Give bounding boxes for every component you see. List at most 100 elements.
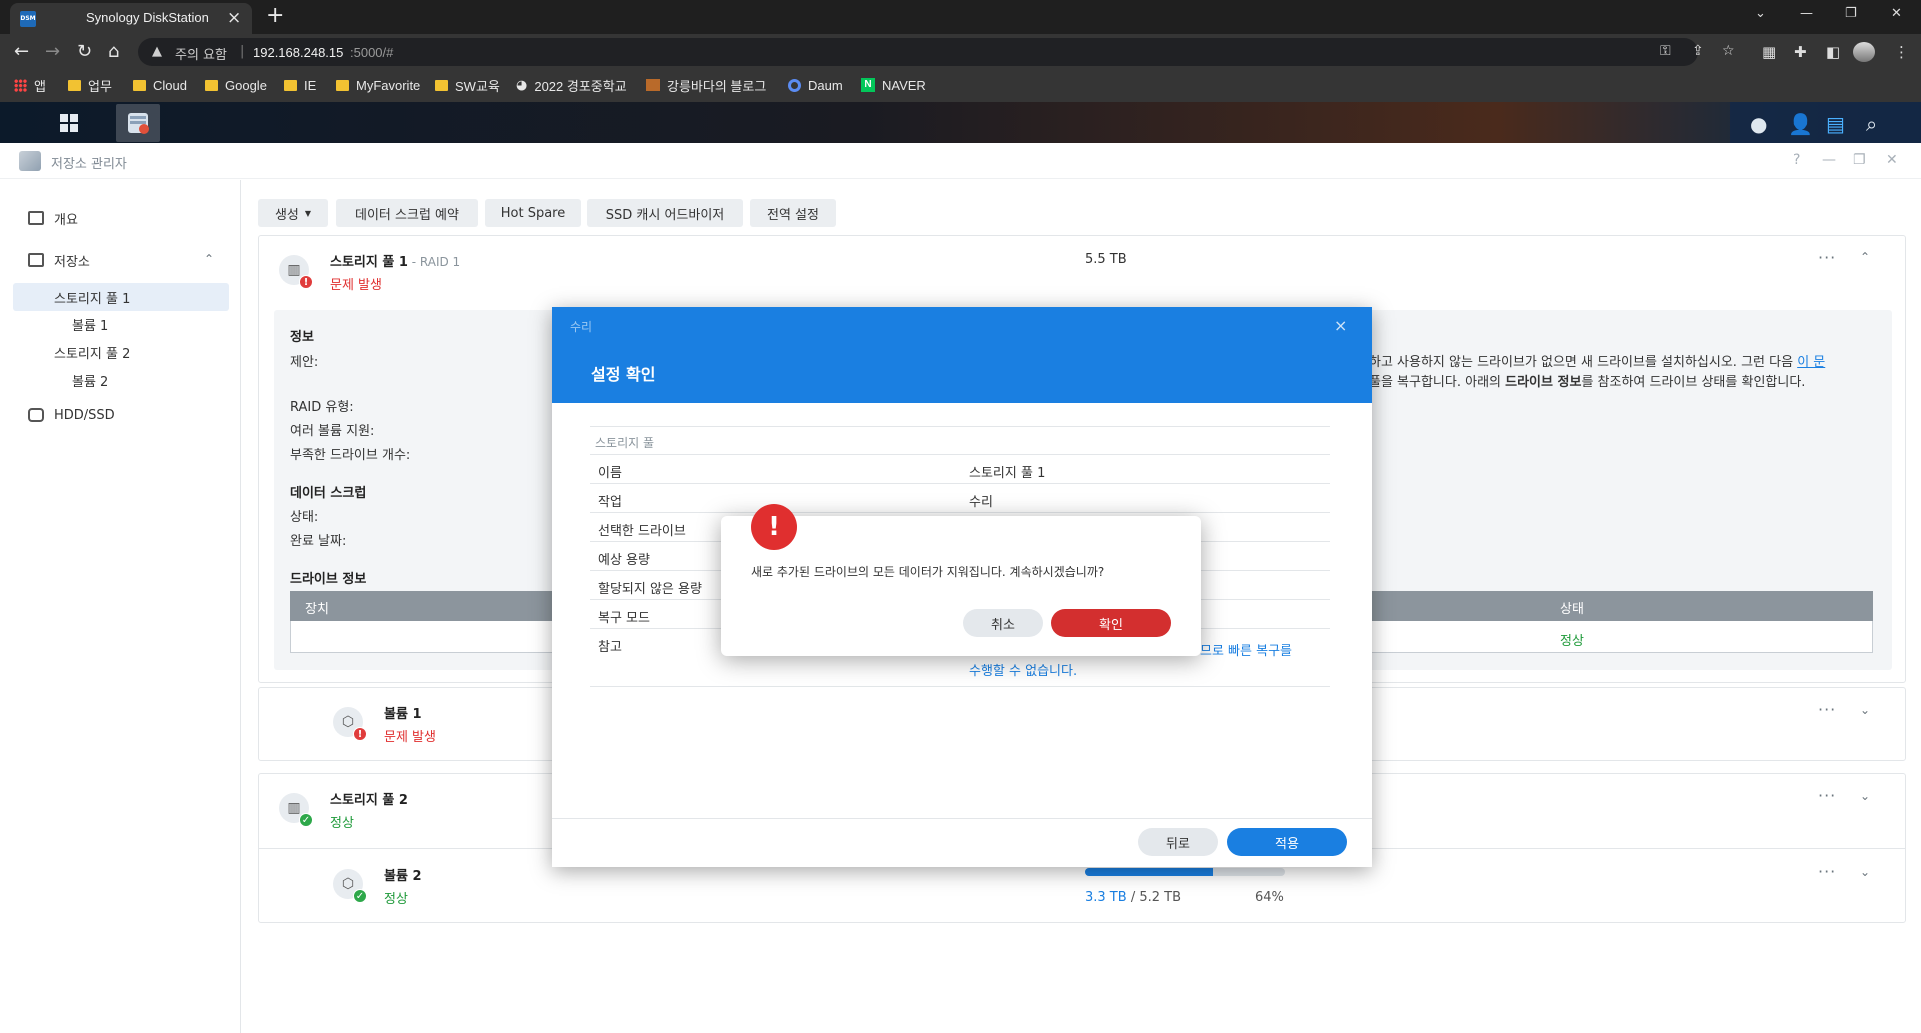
bookmark-folder[interactable]: MyFavorite xyxy=(336,76,420,94)
chat-notification-icon[interactable]: ● xyxy=(1750,112,1767,136)
browser-menu-icon[interactable]: ⋮ xyxy=(1894,43,1909,61)
sidebar-item-pool2[interactable]: 스토리지 풀 2 xyxy=(54,339,130,365)
daum-icon xyxy=(788,78,801,92)
chevron-up-icon[interactable]: ⌃ xyxy=(1860,250,1870,264)
pool-size: 5.5 TB xyxy=(1085,252,1127,267)
dialog-subtitle: 수리 xyxy=(570,320,593,334)
sidebar-item-pool1[interactable]: 스토리지 풀 1 xyxy=(54,284,130,310)
volume-1-title[interactable]: 볼륨 1 xyxy=(384,703,422,722)
ok-badge-icon: ✓ xyxy=(299,813,313,827)
forward-arrow-icon[interactable]: → xyxy=(45,41,60,62)
apps-grid-icon xyxy=(14,78,27,92)
folder-icon xyxy=(284,79,297,91)
window-close-button[interactable]: ✕ xyxy=(1891,6,1902,21)
help-button[interactable]: ? xyxy=(1793,152,1800,168)
puzzle-extensions-icon[interactable]: ✚ xyxy=(1794,43,1807,61)
sidebar-item-volume1[interactable]: 볼륨 1 xyxy=(72,311,108,337)
more-options-icon[interactable]: ··· xyxy=(1818,248,1836,267)
bookmark-folder[interactable]: IE xyxy=(284,76,316,94)
info-heading: 정보 xyxy=(290,330,314,345)
window-title: 저장소 관리자 xyxy=(51,157,127,172)
close-button[interactable]: ✕ xyxy=(1886,152,1898,168)
warning-triangle-icon[interactable]: ▲ xyxy=(152,44,162,59)
chevron-down-icon[interactable]: ⌄ xyxy=(1860,789,1870,803)
bookmark-link[interactable]: Daum xyxy=(788,76,843,94)
chevron-down-icon[interactable]: ⌄ xyxy=(1860,703,1870,717)
key-icon[interactable]: ⚿ xyxy=(1660,43,1671,59)
bookmark-folder[interactable]: Google xyxy=(205,76,267,94)
bookmark-link[interactable]: ◕ 2022 경포중학교 xyxy=(516,76,627,94)
window-restore-button[interactable]: ❐ xyxy=(1845,6,1857,21)
global-settings-button[interactable]: 전역 설정 xyxy=(750,199,836,227)
sidebar-item-volume2[interactable]: 볼륨 2 xyxy=(72,367,108,393)
suggestion-text-line1: 하고 사용하지 않는 드라이브가 없으면 새 드라이브를 설치하십시오. 그런 … xyxy=(1369,355,1826,370)
repair-link[interactable]: 이 문 xyxy=(1797,355,1825,370)
suggestion-text-line2: 풀을 복구합니다. 아래의 드라이브 정보를 참조하여 드라이브 상태를 확인합… xyxy=(1369,375,1806,390)
security-warning-text[interactable]: 주의 요함 xyxy=(175,44,227,63)
new-tab-button[interactable]: + xyxy=(266,3,284,28)
tab-search-icon[interactable]: ⌄ xyxy=(1755,6,1766,21)
folder-icon xyxy=(336,79,349,91)
chevron-down-icon[interactable]: ⌄ xyxy=(1860,865,1870,879)
share-icon[interactable]: ⇪ xyxy=(1692,43,1704,59)
caret-down-icon: ▼ xyxy=(304,208,312,218)
home-icon[interactable]: ⌂ xyxy=(108,41,119,62)
sidepanel-icon[interactable]: ◧ xyxy=(1826,43,1840,61)
more-options-icon[interactable]: ··· xyxy=(1818,786,1836,805)
widgets-icon[interactable]: ▤ xyxy=(1826,112,1845,136)
cancel-button[interactable]: 취소 xyxy=(963,609,1043,637)
scrub-status-label: 상태: xyxy=(290,510,319,525)
back-arrow-icon[interactable]: ← xyxy=(14,41,29,62)
sidebar-item-hdd[interactable]: HDD/SSD xyxy=(28,402,115,428)
bookmark-folder[interactable]: SW교육 xyxy=(435,76,500,94)
back-button[interactable]: 뒤로 xyxy=(1138,828,1218,856)
ssd-cache-advisor-button[interactable]: SSD 캐시 어드바이저 xyxy=(587,199,743,227)
main-menu-grid-icon[interactable] xyxy=(50,104,88,142)
multi-volume-label: 여러 볼륨 지원: xyxy=(290,424,375,439)
bookmark-folder[interactable]: Cloud xyxy=(133,76,187,94)
hot-spare-button[interactable]: Hot Spare xyxy=(485,199,581,227)
volume-usage-percent: 64% xyxy=(1255,890,1284,905)
url-path[interactable]: :5000/# xyxy=(350,45,393,60)
volume-2-title[interactable]: 볼륨 2 xyxy=(384,865,422,884)
search-icon[interactable]: ⌕ xyxy=(1866,112,1877,136)
summary-section-header: 스토리지 풀 xyxy=(590,426,1330,455)
apply-button[interactable]: 적용 xyxy=(1227,828,1347,856)
bookmark-star-icon[interactable]: ☆ xyxy=(1722,43,1735,59)
exclamation-icon: ! xyxy=(751,504,797,550)
bookmark-apps[interactable]: 앱 xyxy=(14,76,46,94)
naver-icon: N xyxy=(861,78,875,92)
bookmark-link[interactable]: N NAVER xyxy=(861,76,926,94)
reload-icon[interactable]: ↻ xyxy=(77,41,92,62)
sidebar-item-storage[interactable]: 저장소 xyxy=(28,247,90,273)
sidebar-item-overview[interactable]: 개요 xyxy=(28,205,78,231)
browser-tab[interactable]: DSM Synology DiskStation × xyxy=(10,3,252,34)
more-options-icon[interactable]: ··· xyxy=(1818,700,1836,719)
minimize-button[interactable]: — xyxy=(1822,152,1836,168)
tab-close-icon[interactable]: × xyxy=(227,8,241,28)
pool-status: 문제 발생 xyxy=(330,278,382,293)
dialog-close-icon[interactable]: × xyxy=(1334,316,1347,335)
window-minimize-button[interactable]: — xyxy=(1800,6,1813,21)
data-scrub-schedule-button[interactable]: 데이터 스크럽 예약 xyxy=(336,199,478,227)
drive-icon xyxy=(28,408,44,422)
maximize-button[interactable]: ❐ xyxy=(1853,152,1866,168)
storage-manager-taskbar-icon[interactable] xyxy=(116,104,160,142)
folder-icon xyxy=(68,79,81,91)
volume-1-status: 문제 발생 xyxy=(384,730,436,745)
bookmark-link[interactable]: 강릉바다의 블로그 xyxy=(646,76,766,94)
chevron-up-icon[interactable]: ⌃ xyxy=(204,252,214,266)
extension-icon[interactable]: ▦ xyxy=(1762,43,1776,61)
confirm-ok-button[interactable]: 확인 xyxy=(1051,609,1171,637)
user-icon[interactable]: 👤 xyxy=(1788,112,1813,136)
bookmark-folder[interactable]: 업무 xyxy=(68,76,112,94)
storage-icon xyxy=(28,253,44,267)
url-host[interactable]: 192.168.248.15 xyxy=(253,45,343,60)
dsm-taskbar xyxy=(0,102,1921,143)
profile-avatar[interactable] xyxy=(1853,42,1875,62)
create-dropdown-button[interactable]: 생성 ▼ xyxy=(258,199,328,227)
pool-2-title[interactable]: 스토리지 풀 2 xyxy=(330,789,408,808)
pool-title[interactable]: 스토리지 풀 1 - RAID 1 xyxy=(330,251,460,270)
volume-2-status: 정상 xyxy=(384,892,408,907)
more-options-icon[interactable]: ··· xyxy=(1818,862,1836,881)
